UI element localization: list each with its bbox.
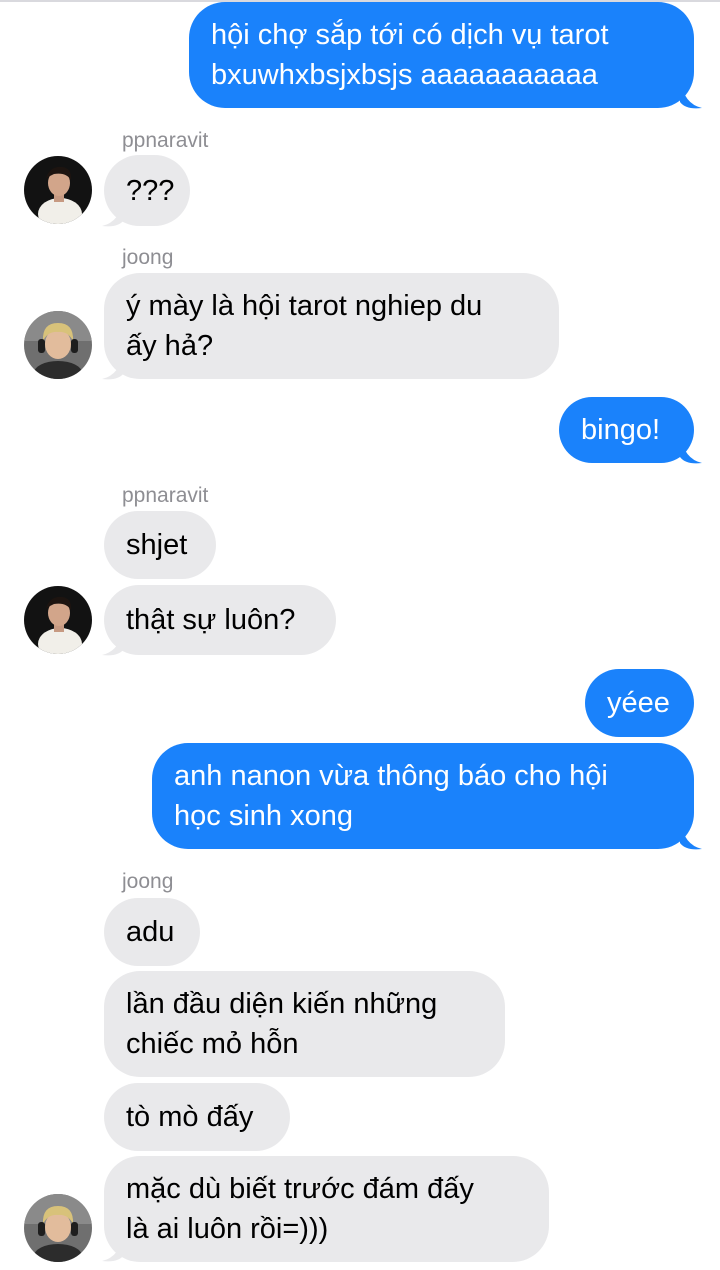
- outgoing-message[interactable]: hội chợ sắp tới có dịch vụ tarot bxuwhxb…: [189, 2, 694, 108]
- incoming-message[interactable]: ý mày là hội tarot nghiep du ấy hả?: [104, 273, 559, 379]
- sender-name: joong: [122, 870, 174, 893]
- outgoing-bubble-tail: [680, 80, 702, 109]
- outgoing-bubble-tail: [680, 435, 702, 464]
- incoming-message[interactable]: mặc dù biết trước đám đấy là ai luôn rồi…: [104, 1156, 549, 1262]
- incoming-message[interactable]: tò mò đấy: [104, 1083, 290, 1151]
- incoming-message[interactable]: thật sự luôn?: [104, 585, 336, 655]
- ppnaravit-avatar[interactable]: [24, 586, 92, 654]
- ppnaravit-avatar[interactable]: [24, 156, 92, 224]
- incoming-message[interactable]: adu: [104, 898, 200, 966]
- incoming-bubble-tail: [102, 627, 124, 656]
- joong-avatar[interactable]: [24, 311, 92, 379]
- incoming-bubble-tail: [102, 351, 124, 380]
- sender-name: joong: [122, 246, 174, 269]
- sender-name: ppnaravit: [122, 129, 209, 152]
- outgoing-message[interactable]: anh nanon vừa thông báo cho hội học sinh…: [152, 743, 694, 849]
- incoming-bubble-tail: [102, 1233, 124, 1262]
- outgoing-bubble-tail: [680, 821, 702, 850]
- incoming-message[interactable]: shjet: [104, 511, 216, 579]
- outgoing-message[interactable]: yéee: [585, 669, 694, 737]
- sender-name: ppnaravit: [122, 484, 209, 507]
- joong-avatar[interactable]: [24, 1194, 92, 1262]
- outgoing-message[interactable]: bingo!: [559, 397, 694, 463]
- incoming-message[interactable]: lần đầu diện kiến những chiếc mỏ hỗn: [104, 971, 505, 1077]
- incoming-bubble-tail: [102, 198, 124, 227]
